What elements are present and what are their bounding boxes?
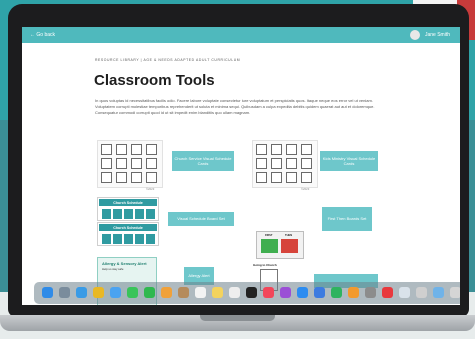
pictogram-icon	[131, 144, 142, 155]
finder-icon[interactable]	[42, 287, 53, 298]
pictogram-icon	[101, 158, 112, 169]
pictogram-icon	[131, 158, 142, 169]
kids-ministry-cards-button[interactable]: Kids Ministry Visual Schedule Cards	[320, 151, 378, 171]
mail-icon[interactable]	[110, 287, 121, 298]
chrome-icon[interactable]	[93, 287, 104, 298]
pictogram-icon	[146, 144, 157, 155]
allergy-card-subtitle: Help us stay safe	[102, 267, 124, 271]
pictogram-icon	[256, 158, 267, 169]
pictogram-icon	[286, 158, 297, 169]
news-icon[interactable]	[382, 287, 393, 298]
calendar-icon[interactable]	[195, 287, 206, 298]
pages-icon[interactable]	[348, 287, 359, 298]
laptop-screen: ← Go back Jane Smith RESOURCE LIBRARY | …	[22, 27, 460, 305]
first-label: FIRST	[265, 234, 273, 237]
pictogram-icon	[271, 144, 282, 155]
first-then-board-thumbnail[interactable]: FIRST THEN	[256, 231, 304, 259]
visual-schedule-board-button[interactable]: Visual Schedule Board Set	[168, 212, 234, 226]
back-link[interactable]: ← Go back	[30, 32, 55, 38]
page-title: Classroom Tools	[94, 72, 215, 89]
avatar[interactable]	[410, 30, 420, 40]
pictogram-icon	[116, 144, 127, 155]
intro-paragraph: In quos voluptas id necessitatibus facil…	[95, 98, 375, 115]
pictogram-icon	[116, 172, 127, 183]
keynote-icon[interactable]	[314, 287, 325, 298]
pictogram-icon	[271, 158, 282, 169]
church-service-cards-thumbnail[interactable]	[97, 140, 163, 188]
preview-icon[interactable]	[399, 287, 410, 298]
pictogram-icon	[146, 172, 157, 183]
pictogram-icon	[256, 172, 267, 183]
schedule-board-title: Church Schedule	[99, 224, 157, 231]
pictogram-icon	[286, 144, 297, 155]
messages-icon[interactable]	[127, 287, 138, 298]
macos-dock	[34, 282, 460, 304]
pictogram-icon	[301, 144, 312, 155]
then-label: THEN	[285, 234, 293, 237]
church-schedule-board[interactable]: Church Schedule	[97, 222, 159, 246]
user-name[interactable]: Jane Smith	[425, 32, 450, 38]
pictogram-icon	[256, 144, 267, 155]
reminders-icon[interactable]	[229, 287, 240, 298]
settings-icon[interactable]	[365, 287, 376, 298]
pictogram-icon	[101, 172, 112, 183]
church-service-cards-button[interactable]: Church Service Visual Schedule Cards	[172, 151, 234, 171]
facetime-icon[interactable]	[144, 287, 155, 298]
pictogram-icon	[271, 172, 282, 183]
music-icon[interactable]	[263, 287, 274, 298]
safari-icon[interactable]	[76, 287, 87, 298]
thumbnail-credit: ©2023	[301, 187, 310, 191]
breadcrumb[interactable]: RESOURCE LIBRARY | AGE & NEEDS ADAPTED A…	[95, 58, 240, 62]
help-icon[interactable]	[416, 287, 427, 298]
tv-icon[interactable]	[246, 287, 257, 298]
contacts-icon[interactable]	[178, 287, 189, 298]
pictogram-icon	[301, 172, 312, 183]
schedule-board-title: Church Schedule	[99, 199, 157, 206]
photos-icon[interactable]	[161, 287, 172, 298]
going-to-church-title: Going to Church	[253, 263, 277, 267]
folder-icon[interactable]	[433, 287, 444, 298]
pictogram-icon	[146, 158, 157, 169]
pictogram-icon	[301, 158, 312, 169]
numbers-icon[interactable]	[331, 287, 342, 298]
launchpad-icon[interactable]	[59, 287, 70, 298]
podcasts-icon[interactable]	[280, 287, 291, 298]
pictogram-icon	[101, 144, 112, 155]
first-panel	[261, 239, 278, 253]
church-schedule-board[interactable]: Church Schedule	[97, 197, 159, 221]
pictogram-icon	[286, 172, 297, 183]
then-panel	[281, 239, 298, 253]
kids-ministry-cards-thumbnail[interactable]	[252, 140, 318, 188]
notes-icon[interactable]	[212, 287, 223, 298]
topbar: ← Go back Jane Smith	[22, 27, 460, 43]
laptop-notch	[200, 315, 275, 321]
allergy-card-title: Allergy & Sensory Alert	[102, 261, 147, 266]
thumbnail-credit: ©2023	[146, 187, 155, 191]
pictogram-icon	[131, 172, 142, 183]
trash-icon[interactable]	[450, 287, 460, 298]
appstore-icon[interactable]	[297, 287, 308, 298]
pictogram-icon	[116, 158, 127, 169]
first-then-boards-button[interactable]: First Then Boards Set	[322, 207, 372, 231]
